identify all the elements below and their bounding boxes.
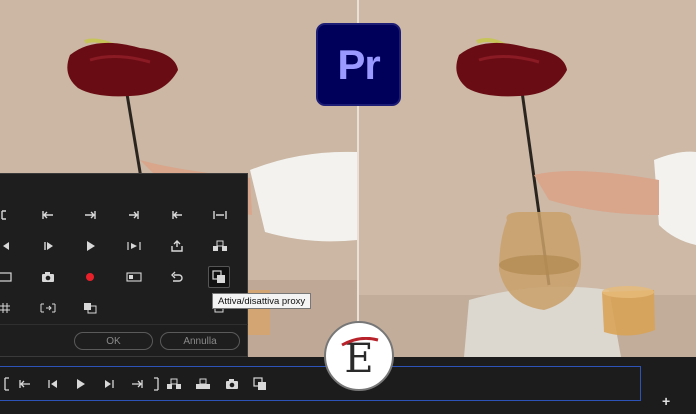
mark-out-icon[interactable] <box>147 375 165 393</box>
site-watermark-logo: E <box>324 321 394 391</box>
play-left-icon[interactable] <box>0 235 16 257</box>
insert-icon[interactable] <box>209 235 231 257</box>
ok-button[interactable]: OK <box>74 332 153 350</box>
proxy-toggle-icon[interactable] <box>251 375 269 393</box>
clear-in-out-icon[interactable] <box>209 204 231 226</box>
step-forward-icon[interactable] <box>37 235 59 257</box>
go-to-in-icon[interactable] <box>16 375 34 393</box>
cancel-button[interactable]: Annulla <box>160 332 240 350</box>
step-back-icon[interactable] <box>44 375 62 393</box>
add-button-icon[interactable]: + <box>662 393 670 409</box>
go-to-out-icon[interactable] <box>128 375 146 393</box>
multi-camera-icon[interactable] <box>123 266 145 288</box>
button-row-2 <box>0 235 248 261</box>
transport-bar <box>0 366 641 401</box>
dialog-separator <box>0 324 248 325</box>
mark-in-icon[interactable] <box>0 204 16 226</box>
go-to-out-icon[interactable] <box>79 204 101 226</box>
button-editor-dialog: OK Annulla <box>0 173 248 357</box>
premiere-pro-logo-text: Pr <box>337 40 380 88</box>
premiere-pro-logo: Pr <box>316 23 401 106</box>
button-row-3 <box>0 266 248 292</box>
export-frame-icon[interactable] <box>166 235 188 257</box>
mark-in-icon[interactable] <box>0 375 16 393</box>
step-back-icon[interactable] <box>166 204 188 226</box>
play-icon[interactable] <box>71 375 89 393</box>
overlay-icon[interactable] <box>79 297 101 319</box>
mark-out-icon[interactable] <box>123 204 145 226</box>
go-to-in-icon[interactable] <box>37 204 59 226</box>
insert-icon[interactable] <box>165 375 183 393</box>
play-in-to-out-icon[interactable] <box>123 235 145 257</box>
button-row-4 <box>0 297 248 323</box>
safe-margins-icon[interactable] <box>0 266 16 288</box>
step-forward-icon[interactable] <box>100 375 118 393</box>
overwrite-icon[interactable] <box>194 375 212 393</box>
comparison-view-icon[interactable] <box>37 297 59 319</box>
grid-icon[interactable] <box>0 297 16 319</box>
camera-icon[interactable] <box>223 375 241 393</box>
record-icon[interactable] <box>79 266 101 288</box>
button-row-1 <box>0 204 248 230</box>
proxy-tooltip: Attiva/disattiva proxy <box>212 293 312 309</box>
undo-icon[interactable] <box>166 266 188 288</box>
result-photo <box>359 0 696 357</box>
proxy-toggle-icon[interactable] <box>208 266 230 288</box>
camera-icon[interactable] <box>37 266 59 288</box>
play-icon[interactable] <box>79 235 101 257</box>
